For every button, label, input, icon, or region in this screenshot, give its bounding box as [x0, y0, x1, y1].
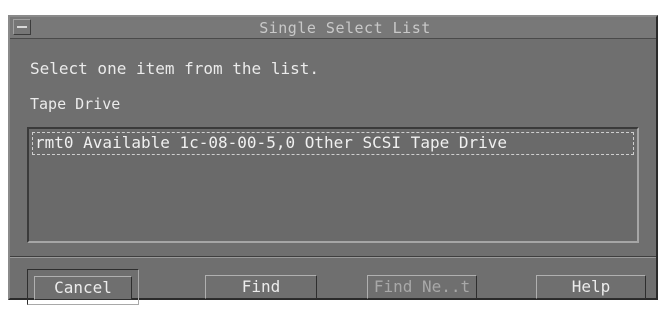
tape-drive-list[interactable]: rmt0 Available 1c-08-00-5,0 Other SCSI T…: [27, 127, 639, 243]
button-area-separator: [10, 256, 656, 258]
window-title: Single Select List: [259, 19, 431, 37]
cancel-button[interactable]: Cancel: [34, 276, 132, 300]
instruction-text: Select one item from the list.: [30, 59, 319, 78]
title-bar[interactable]: Single Select List: [10, 17, 656, 39]
window-menu-icon[interactable]: [13, 19, 31, 35]
list-item[interactable]: rmt0 Available 1c-08-00-5,0 Other SCSI T…: [32, 132, 634, 155]
help-button[interactable]: Help: [536, 275, 646, 299]
list-label: Tape Drive: [30, 95, 121, 113]
single-select-list-dialog: Single Select List Select one item from …: [8, 15, 658, 305]
find-next-button[interactable]: Find Ne..t: [367, 275, 477, 299]
find-button[interactable]: Find: [205, 275, 317, 299]
